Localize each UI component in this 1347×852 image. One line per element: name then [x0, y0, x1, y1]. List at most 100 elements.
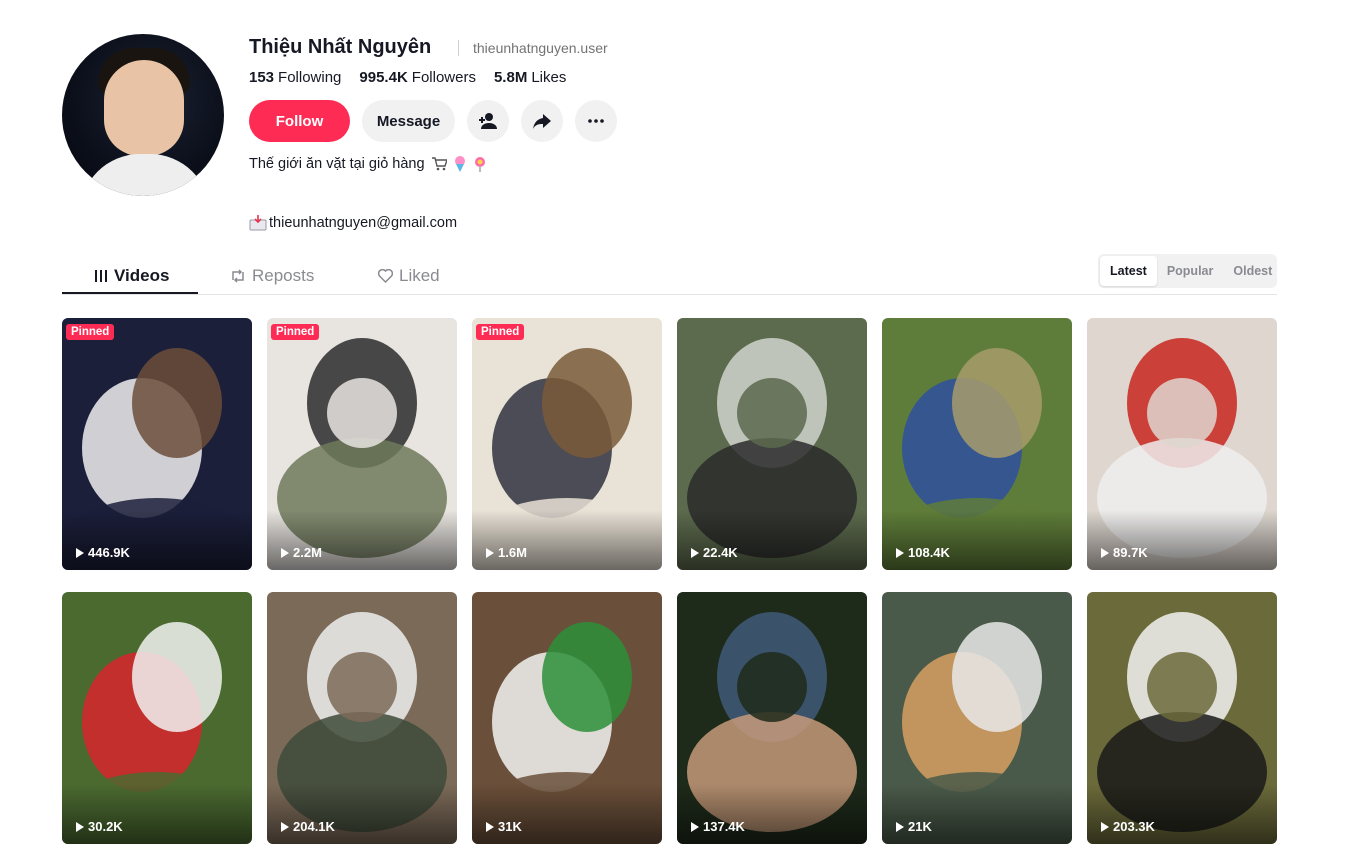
play-icon: [486, 547, 494, 558]
video-card[interactable]: 89.7K: [1087, 318, 1277, 570]
play-icon: [281, 547, 289, 558]
video-card[interactable]: Pinned 2.2M: [267, 318, 457, 570]
video-grid: Pinned 446.9K Pinned 2.2M Pinned 1.6M 22.4K 108…: [62, 318, 1277, 844]
profile-tabs: Videos Reposts Liked: [62, 258, 1277, 295]
thumbnail-shade: [1087, 510, 1277, 570]
more-icon: [588, 119, 604, 123]
tab-reposts[interactable]: Reposts: [230, 258, 314, 294]
profile-bio: Thế giới ăn vặt tại giỏ hàng: [249, 156, 487, 172]
sort-popular[interactable]: Popular: [1157, 256, 1224, 286]
play-icon: [896, 547, 904, 558]
view-count: 137.4K: [691, 819, 745, 834]
thumbnail-shade: [62, 510, 252, 570]
share-icon: [533, 114, 551, 129]
view-count: 31K: [486, 819, 522, 834]
profile-avatar[interactable]: [62, 34, 224, 196]
video-card[interactable]: 108.4K: [882, 318, 1072, 570]
inbox-icon: [249, 215, 267, 231]
play-icon: [76, 547, 84, 558]
view-count: 21K: [896, 819, 932, 834]
tab-videos[interactable]: Videos: [94, 258, 169, 294]
video-card[interactable]: 204.1K: [267, 592, 457, 844]
lollipop-icon: [474, 157, 485, 172]
stat-followers[interactable]: 995.4K Followers: [359, 69, 476, 86]
thumbnail-shade: [677, 784, 867, 844]
video-card[interactable]: 203.3K: [1087, 592, 1277, 844]
view-count: 108.4K: [896, 545, 950, 560]
more-button[interactable]: [575, 100, 617, 142]
view-count: 446.9K: [76, 545, 130, 560]
stat-following[interactable]: 153 Following: [249, 69, 341, 86]
thumbnail-shade: [472, 784, 662, 844]
thumbnail-shade: [472, 510, 662, 570]
play-icon: [1101, 821, 1109, 832]
pinned-badge: Pinned: [271, 324, 320, 340]
play-icon: [281, 821, 289, 832]
pinned-badge: Pinned: [66, 324, 115, 340]
thumbnail-shape: [327, 378, 397, 448]
view-count: 1.6M: [486, 545, 527, 560]
grid-icon: [95, 270, 107, 282]
thumbnail-shape: [737, 378, 807, 448]
stat-likes: 5.8M Likes: [493, 69, 567, 86]
thumbnail-shape: [1147, 378, 1217, 448]
profile-username: thieunhatnguyen.user: [473, 40, 608, 56]
thumbnail-shape: [542, 348, 632, 458]
thumbnail-shade: [882, 510, 1072, 570]
tab-liked[interactable]: Liked: [378, 258, 440, 294]
thumbnail-shade: [882, 784, 1072, 844]
video-card[interactable]: 21K: [882, 592, 1072, 844]
video-card[interactable]: Pinned 1.6M: [472, 318, 662, 570]
profile-name: Thiệu Nhất Nguyên: [249, 36, 432, 58]
thumbnail-shade: [1087, 784, 1277, 844]
play-icon: [486, 821, 494, 832]
ice-cream-icon: [454, 156, 465, 172]
play-icon: [691, 547, 699, 558]
video-card[interactable]: 137.4K: [677, 592, 867, 844]
profile-stats: 153 Following 995.4K Followers 5.8M Likes: [249, 69, 566, 86]
play-icon: [691, 821, 699, 832]
play-icon: [896, 821, 904, 832]
thumbnail-shade: [267, 784, 457, 844]
profile-email: thieunhatnguyen@gmail.com: [249, 215, 457, 231]
cart-icon: [431, 157, 447, 171]
view-count: 203.3K: [1101, 819, 1155, 834]
divider: [458, 40, 459, 56]
play-icon: [76, 821, 84, 832]
heart-icon: [378, 269, 393, 283]
sort-latest[interactable]: Latest: [1100, 256, 1157, 286]
thumbnail-shade: [677, 510, 867, 570]
email-text[interactable]: thieunhatnguyen@gmail.com: [269, 215, 457, 231]
bio-text: Thế giới ăn vặt tại giỏ hàng: [249, 156, 425, 172]
share-button[interactable]: [521, 100, 563, 142]
repost-icon: [232, 269, 244, 283]
add-friend-icon: [479, 113, 497, 129]
thumbnail-shape: [542, 622, 632, 732]
thumbnail-shape: [952, 622, 1042, 732]
video-card[interactable]: Pinned 446.9K: [62, 318, 252, 570]
view-count: 89.7K: [1101, 545, 1148, 560]
message-button[interactable]: Message: [362, 100, 455, 142]
thumbnail-shape: [132, 622, 222, 732]
sort-toggle: Latest Popular Oldest: [1098, 254, 1277, 288]
view-count: 22.4K: [691, 545, 738, 560]
view-count: 2.2M: [281, 545, 322, 560]
thumbnail-shape: [327, 652, 397, 722]
profile-actions: Follow Message: [249, 100, 617, 142]
sort-oldest[interactable]: Oldest: [1223, 256, 1282, 286]
video-card[interactable]: 30.2K: [62, 592, 252, 844]
thumbnail-shape: [737, 652, 807, 722]
tab-active-indicator: [62, 292, 198, 294]
thumbnail-shade: [62, 784, 252, 844]
thumbnail-shape: [132, 348, 222, 458]
thumbnail-shape: [1147, 652, 1217, 722]
video-card[interactable]: 22.4K: [677, 318, 867, 570]
video-card[interactable]: 31K: [472, 592, 662, 844]
thumbnail-shape: [952, 348, 1042, 458]
view-count: 204.1K: [281, 819, 335, 834]
view-count: 30.2K: [76, 819, 123, 834]
add-friend-button[interactable]: [467, 100, 509, 142]
thumbnail-shade: [267, 510, 457, 570]
follow-button[interactable]: Follow: [249, 100, 350, 142]
pinned-badge: Pinned: [476, 324, 525, 340]
